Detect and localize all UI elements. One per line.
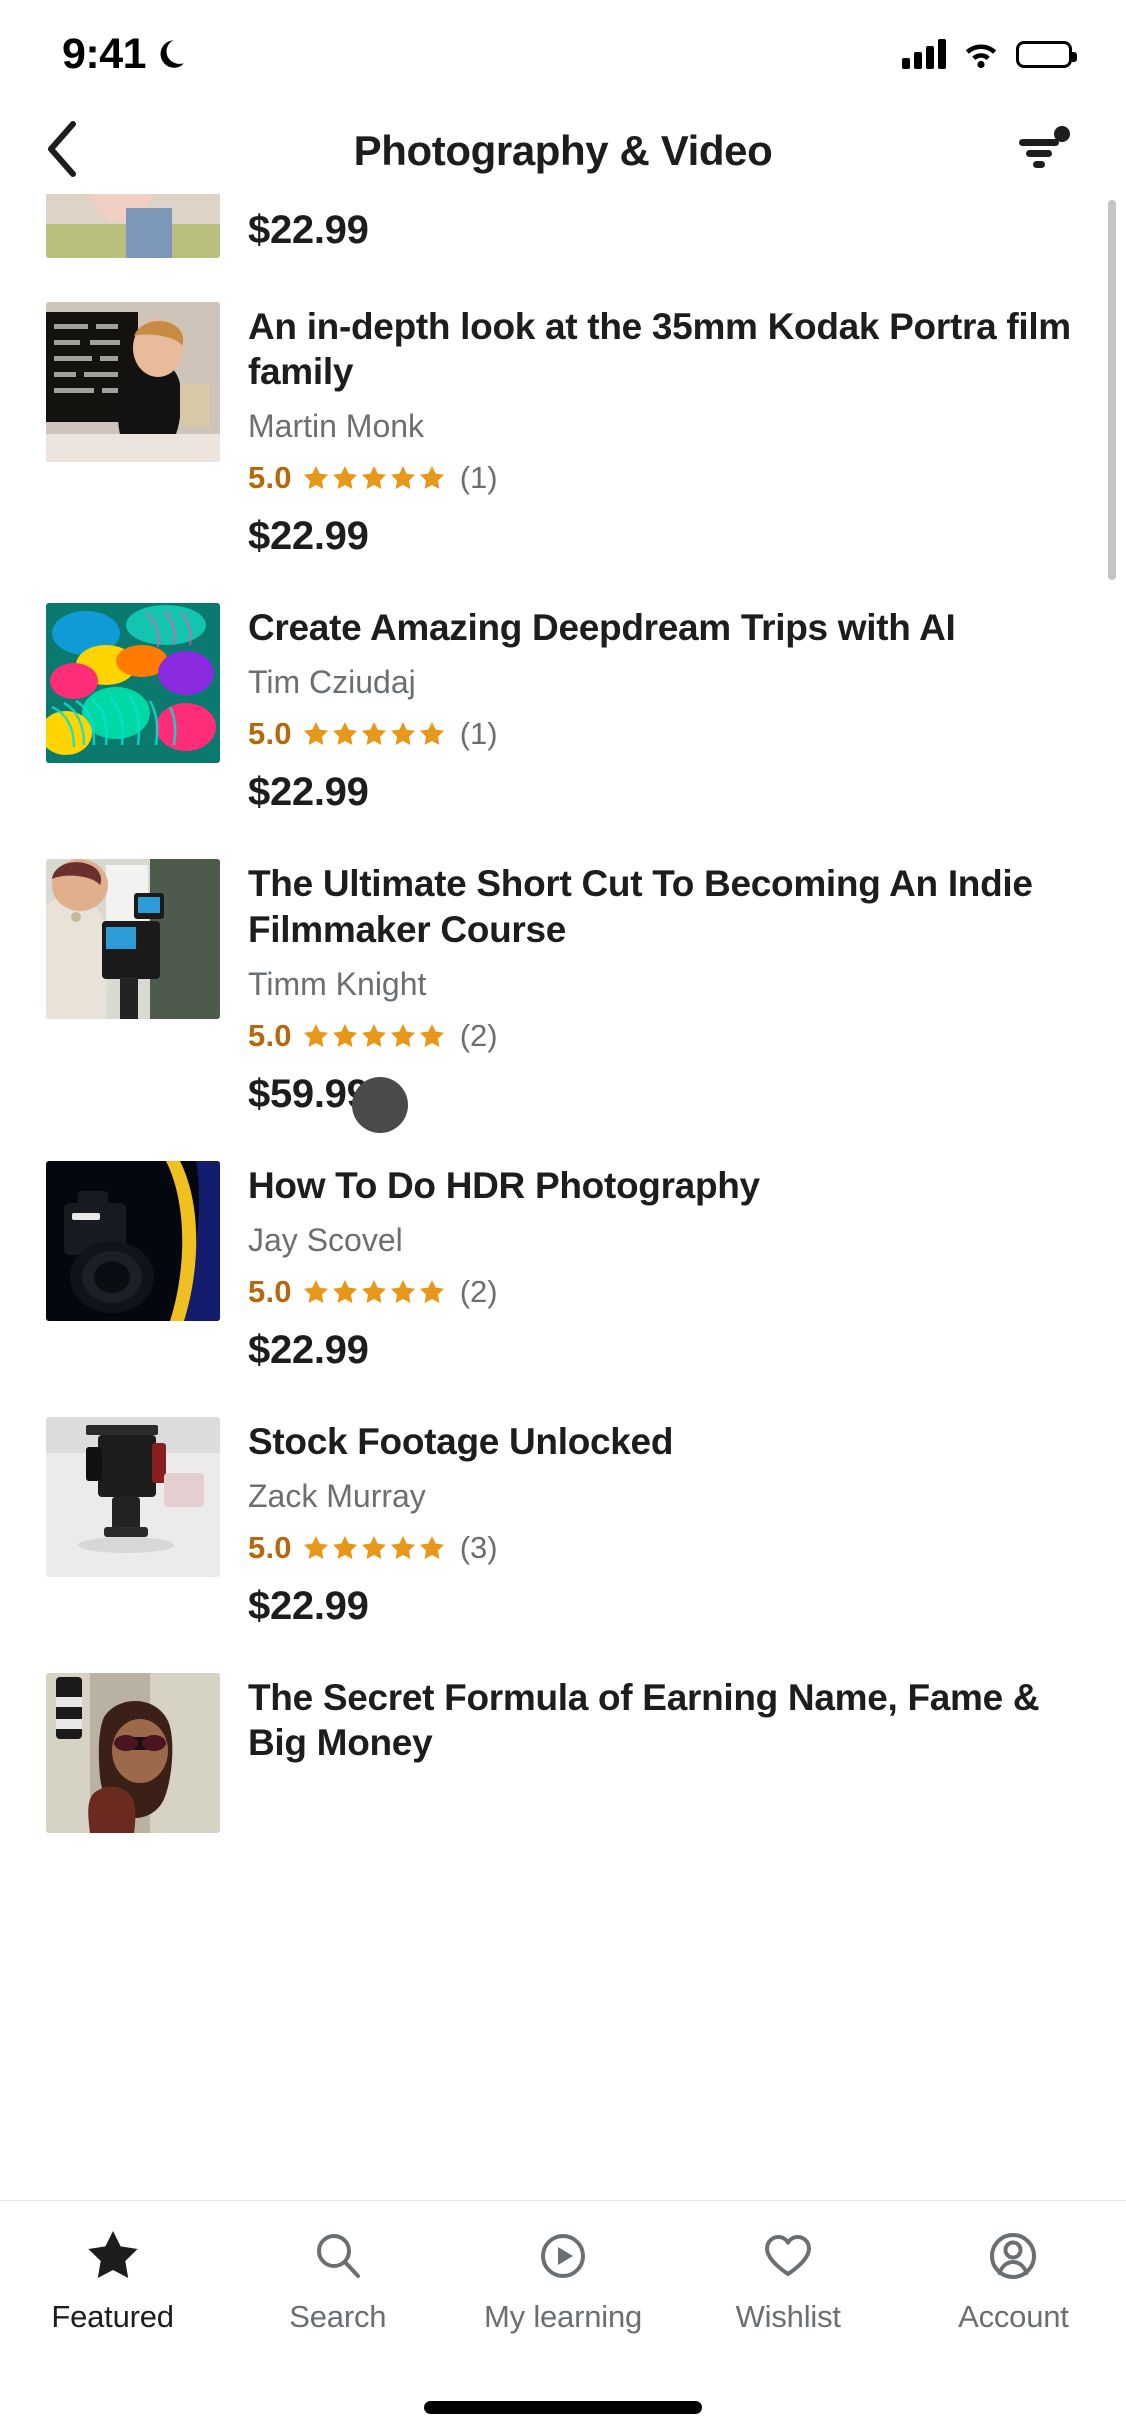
- list-item[interactable]: The Secret Formula of Earning Name, Fame…: [0, 1651, 1126, 1855]
- course-title[interactable]: Create Amazing Deepdream Trips with AI: [248, 605, 1080, 650]
- review-count: (3): [459, 1529, 498, 1565]
- rating-value: 5.0: [248, 1273, 292, 1309]
- rating-value: 5.0: [248, 1529, 292, 1565]
- list-item[interactable]: Stock Footage Unlocked Zack Murray 5.0 (…: [0, 1395, 1126, 1651]
- star-rating-icons: [302, 1022, 446, 1050]
- account-circle-icon: [985, 2227, 1041, 2285]
- course-title[interactable]: How To Do HDR Photography: [248, 1163, 1080, 1208]
- tab-label: Search: [289, 2299, 387, 2334]
- tab-label: Featured: [51, 2299, 174, 2334]
- page-title: Photography & Video: [353, 127, 773, 174]
- star-filled-icon: [85, 2227, 141, 2285]
- rating-value: 5.0: [248, 460, 292, 496]
- tap-cursor: [352, 1077, 408, 1133]
- course-list-viewport[interactable]: Adi Singh 5.0 (2) $22.99: [0, 194, 1126, 2194]
- course-info: How To Do HDR Photography Jay Scovel 5.0…: [248, 1161, 1080, 1373]
- list-item[interactable]: Create Amazing Deepdream Trips with AI T…: [0, 581, 1126, 837]
- course-title[interactable]: Stock Footage Unlocked: [248, 1419, 1080, 1464]
- course-info: Stock Footage Unlocked Zack Murray 5.0 (…: [248, 1417, 1080, 1629]
- status-time: 9:41: [62, 29, 147, 78]
- search-icon: [310, 2227, 366, 2285]
- tab-label: Account: [958, 2299, 1069, 2334]
- review-count: (2): [459, 1273, 498, 1309]
- tab-search[interactable]: Search: [225, 2227, 450, 2335]
- star-rating-icons: [302, 720, 446, 748]
- list-item[interactable]: How To Do HDR Photography Jay Scovel 5.0…: [0, 1139, 1126, 1395]
- tab-label: My learning: [483, 2299, 643, 2334]
- course-thumbnail[interactable]: [46, 302, 220, 462]
- star-rating-icons: [302, 1278, 446, 1306]
- course-title[interactable]: The Ultimate Short Cut To Becoming An In…: [248, 861, 1080, 951]
- course-price: $22.99: [248, 514, 369, 559]
- course-info: The Secret Formula of Earning Name, Fame…: [248, 1673, 1080, 1777]
- course-rating: 5.0 (1): [248, 716, 1080, 752]
- status-bar: 9:41: [0, 0, 1126, 108]
- chevron-left-icon: [45, 120, 79, 182]
- course-thumbnail[interactable]: [46, 1672, 220, 1833]
- cellular-signal-icon: [902, 39, 946, 69]
- review-count: (1): [459, 716, 498, 752]
- navigation-bar: Photography & Video: [0, 108, 1126, 194]
- heart-icon: [760, 2227, 816, 2285]
- course-thumbnail[interactable]: [46, 859, 220, 1020]
- status-bar-right: [902, 39, 1077, 69]
- course-title[interactable]: The Secret Formula of Earning Name, Fame…: [248, 1675, 1080, 1765]
- tab-wishlist[interactable]: Wishlist: [676, 2227, 901, 2335]
- course-info: An in-depth look at the 35mm Kodak Portr…: [248, 302, 1080, 559]
- course-price: $22.99: [248, 1583, 369, 1628]
- course-author: Timm Knight: [248, 965, 427, 1002]
- course-list: Adi Singh 5.0 (2) $22.99: [0, 194, 1126, 1855]
- tab-my-learning[interactable]: My learning: [450, 2227, 675, 2335]
- course-info: Adi Singh 5.0 (2) $22.99: [248, 194, 1080, 253]
- tab-label: Wishlist: [735, 2299, 841, 2334]
- course-rating: 5.0 (3): [248, 1530, 1080, 1566]
- course-rating: 5.0 (2): [248, 1274, 1080, 1310]
- course-rating: 5.0 (2): [248, 1018, 1080, 1054]
- list-item[interactable]: The Ultimate Short Cut To Becoming An In…: [0, 837, 1126, 1138]
- rating-value: 5.0: [248, 1017, 292, 1053]
- star-rating-icons: [302, 464, 446, 492]
- rating-value: 5.0: [248, 716, 292, 752]
- star-rating-icons: [302, 1534, 446, 1562]
- wifi-icon: [962, 39, 1000, 69]
- home-indicator: [424, 2401, 702, 2414]
- course-author: Tim Cziudaj: [248, 664, 416, 701]
- course-info: Create Amazing Deepdream Trips with AI T…: [248, 603, 1080, 815]
- course-author: Martin Monk: [248, 408, 425, 445]
- moon-icon: [156, 36, 188, 72]
- back-button[interactable]: [30, 119, 94, 183]
- list-item[interactable]: Adi Singh 5.0 (2) $22.99: [0, 194, 1126, 280]
- course-thumbnail[interactable]: [46, 1160, 220, 1321]
- tab-account[interactable]: Account: [901, 2227, 1126, 2335]
- course-thumbnail[interactable]: [46, 194, 220, 258]
- review-count: (2): [459, 1017, 498, 1053]
- filter-sort-icon: [1017, 125, 1073, 177]
- battery-full-icon: [1016, 40, 1077, 68]
- play-circle-icon: [535, 2227, 591, 2285]
- course-rating: 5.0 (1): [248, 460, 1080, 496]
- course-thumbnail[interactable]: [46, 603, 220, 764]
- course-price: $22.99: [248, 1327, 369, 1372]
- scrollbar-thumb[interactable]: [1108, 200, 1116, 580]
- course-thumbnail[interactable]: [46, 1416, 220, 1577]
- status-bar-left: 9:41: [62, 29, 188, 78]
- review-count: (1): [459, 460, 498, 496]
- tab-featured[interactable]: Featured: [0, 2227, 225, 2335]
- course-price: $22.99: [248, 208, 369, 252]
- course-price: $22.99: [248, 770, 369, 815]
- list-item[interactable]: An in-depth look at the 35mm Kodak Portr…: [0, 280, 1126, 581]
- course-author: Jay Scovel: [248, 1221, 403, 1258]
- filter-sort-button[interactable]: [1008, 119, 1082, 183]
- course-title[interactable]: An in-depth look at the 35mm Kodak Portr…: [248, 304, 1080, 394]
- course-author: Zack Murray: [248, 1477, 426, 1514]
